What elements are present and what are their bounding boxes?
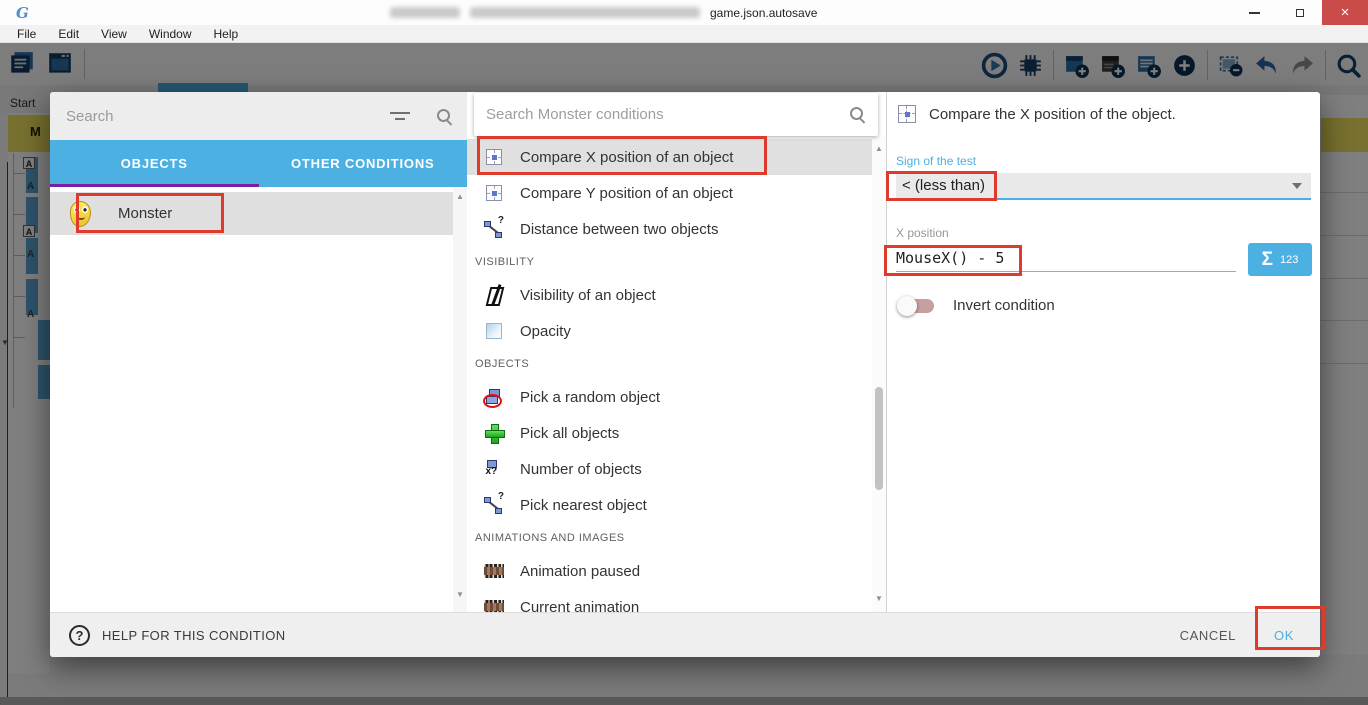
menu-window[interactable]: Window: [138, 27, 203, 41]
open-expression-editor-button[interactable]: Σ 123: [1248, 243, 1312, 276]
condition-search-input[interactable]: [474, 106, 849, 123]
invert-condition-toggle[interactable]: [900, 299, 934, 313]
gdevelop-logo-icon: G: [16, 4, 29, 22]
cancel-button[interactable]: CANCEL: [1180, 628, 1236, 643]
condition-editor-dialog: OBJECTS OTHER CONDITIONS Monster ▲ ▼: [50, 92, 1320, 657]
section-header-visibility: VISIBILITY: [467, 247, 872, 277]
menu-file[interactable]: File: [6, 27, 47, 41]
minimize-button[interactable]: [1232, 0, 1277, 25]
window-controls: ×: [1232, 0, 1368, 25]
menu-help[interactable]: Help: [203, 27, 250, 41]
toggle-thumb: [897, 296, 917, 316]
condition-item-pick-all[interactable]: Pick all objects: [467, 415, 872, 451]
blurred-title-segment: [390, 7, 460, 18]
search-icon[interactable]: [849, 106, 866, 123]
condition-item-opacity[interactable]: Opacity: [467, 313, 872, 349]
position-icon: [898, 105, 916, 123]
annotation-rect-less-than: [886, 171, 997, 201]
position-icon: [486, 185, 502, 201]
condition-item-pick-random[interactable]: Pick a random object: [467, 379, 872, 415]
blurred-title-segment: [470, 7, 700, 18]
scroll-up-icon[interactable]: ▲: [453, 192, 467, 201]
dialog-footer: ? HELP FOR THIS CONDITION CANCEL OK: [50, 612, 1320, 657]
object-list-scrollbar[interactable]: ▲ ▼: [453, 187, 467, 612]
condition-description: Compare the X position of the object.: [898, 105, 1176, 123]
object-selector-panel: OBJECTS OTHER CONDITIONS Monster ▲ ▼: [50, 92, 467, 612]
tab-other-conditions[interactable]: OTHER CONDITIONS: [259, 140, 468, 187]
opacity-icon: [486, 323, 502, 339]
window-title-text: game.json.autosave: [710, 6, 817, 20]
menu-bar: File Edit View Window Help: [0, 25, 1368, 43]
pick-all-icon: [485, 424, 503, 442]
scroll-down-icon[interactable]: ▼: [872, 594, 886, 603]
scroll-up-icon[interactable]: ▲: [872, 144, 886, 153]
condition-list-scrollbar[interactable]: ▲ ▼: [872, 136, 886, 612]
scroll-down-icon[interactable]: ▼: [453, 590, 467, 599]
sign-of-test-label: Sign of the test: [896, 154, 976, 168]
pick-nearest-icon: [484, 496, 503, 514]
window-title: game.json.autosave: [390, 0, 817, 25]
close-button[interactable]: ×: [1322, 0, 1368, 25]
annotation-rect-ok: [1255, 606, 1325, 650]
object-search-bar: [50, 92, 467, 140]
annotation-rect-expression: [884, 245, 1022, 276]
menu-edit[interactable]: Edit: [47, 27, 90, 41]
sigma-icon: Σ: [1262, 250, 1273, 269]
invert-condition-row: Invert condition: [897, 297, 1055, 314]
object-search-input[interactable]: [50, 108, 390, 125]
condition-list: Compare X position of an object Compare …: [467, 136, 872, 612]
digits-label: 123: [1280, 254, 1298, 266]
condition-item-pick-nearest[interactable]: Pick nearest object: [467, 487, 872, 523]
invert-condition-label: Invert condition: [953, 297, 1055, 314]
close-icon: ×: [1341, 5, 1350, 20]
condition-parameters-panel: Compare the X position of the object. Si…: [886, 92, 1320, 612]
filter-icon[interactable]: [390, 109, 410, 123]
scrollbar-thumb[interactable]: [875, 387, 883, 490]
condition-item-distance[interactable]: Distance between two objects: [467, 211, 872, 247]
minimize-icon: [1249, 12, 1260, 14]
selector-tab-bar: OBJECTS OTHER CONDITIONS: [50, 140, 467, 187]
restore-icon: [1296, 9, 1304, 17]
condition-item-current-animation[interactable]: Current animation: [467, 589, 872, 612]
animation-icon: [484, 564, 504, 578]
restore-button[interactable]: [1277, 0, 1322, 25]
section-header-animations: ANIMATIONS AND IMAGES: [467, 523, 872, 553]
menu-view[interactable]: View: [90, 27, 138, 41]
search-icon[interactable]: [436, 108, 453, 125]
active-tab-underline: [50, 184, 259, 187]
tab-objects[interactable]: OBJECTS: [50, 140, 259, 187]
condition-item-number-of-objects[interactable]: Number of objects: [467, 451, 872, 487]
chevron-down-icon: [1292, 183, 1302, 189]
help-icon: ?: [69, 625, 90, 646]
x-position-label: X position: [896, 226, 949, 240]
visibility-icon: [486, 286, 502, 304]
gdevelop-window: G game.json.autosave × File Edit View Wi…: [0, 0, 1368, 705]
condition-item-compare-y[interactable]: Compare Y position of an object: [467, 175, 872, 211]
condition-item-visibility[interactable]: Visibility of an object: [467, 277, 872, 313]
number-of-objects-icon: [485, 460, 503, 478]
title-bar: G game.json.autosave ×: [0, 0, 1368, 25]
distance-icon: [484, 220, 503, 238]
annotation-rect-compare-x: [477, 136, 767, 175]
section-header-objects: OBJECTS: [467, 349, 872, 379]
pick-random-icon: [485, 389, 503, 406]
condition-item-animation-paused[interactable]: Animation paused: [467, 553, 872, 589]
animation-icon: [484, 600, 504, 612]
annotation-rect-monster: [76, 193, 224, 233]
condition-search-bar: [474, 93, 878, 136]
help-for-condition-link[interactable]: HELP FOR THIS CONDITION: [102, 628, 286, 643]
